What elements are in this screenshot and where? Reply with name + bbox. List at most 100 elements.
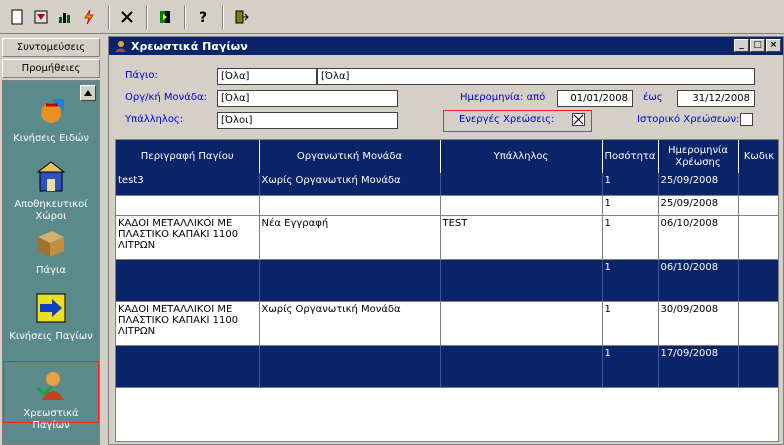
sidebar-panel: Κινήσεις Ειδών Αποθηκευτικοί Χώροι Πάγια… — [2, 80, 100, 445]
cell-charge-date: 06/10/2008 — [658, 215, 739, 260]
cell-charge-date: 25/09/2008 — [658, 173, 739, 196]
cell-quantity: 1 — [602, 259, 659, 302]
cell-quantity: 1 — [602, 195, 659, 216]
cell-code — [738, 215, 778, 260]
cell-asset-description: ΚΑΔΟΙ ΜΕΤΑΛΛΙΚΟΙ ΜΕ ΠΛΑΣΤΙΚΟ ΚΑΠΑΚΙ 1100… — [116, 301, 260, 346]
check-x-icon — [573, 114, 584, 125]
close-x-icon[interactable] — [116, 6, 138, 28]
charges-grid: Περιγραφή Παγίου Οργανωτική Μονάδα Υπάλλ… — [115, 139, 779, 442]
cell-org-unit: Χωρίς Οργανωτική Μονάδα — [259, 301, 441, 346]
cell-code — [738, 259, 778, 302]
sidebar-tab-procurement[interactable]: Προμήθειες — [2, 59, 100, 78]
column-header-charge-date[interactable]: Ημερομηνία Χρέωσης — [658, 140, 739, 173]
cell-org-unit — [259, 345, 441, 388]
cell-org-unit: Χωρίς Οργανωτική Μονάδα — [259, 173, 441, 196]
sidebar-item-label: Πάγια — [35, 265, 66, 276]
asset-charges-window: Χρεωστικά Παγίων _ □ × Πάγιο: [Όλα] [Όλα… — [108, 36, 784, 445]
svg-text:?: ? — [199, 10, 207, 25]
cell-asset-description — [116, 259, 260, 302]
new-doc-icon[interactable] — [6, 6, 28, 28]
date-to-label: έως — [643, 92, 663, 103]
cell-asset-description: ΚΑΔΟΙ ΜΕΤΑΛΛΙΚΟΙ ΜΕ ΠΛΑΣΤΙΚΟ ΚΑΠΑΚΙ 1100… — [116, 215, 260, 260]
person-icon — [36, 372, 64, 400]
sidebar-item-warehouses[interactable]: Αποθηκευτικοί Χώροι — [3, 159, 99, 223]
cell-employee — [440, 195, 603, 216]
table-row[interactable]: ΚΑΔΟΙ ΜΕΤΑΛΛΙΚΟΙ ΜΕ ΠΛΑΣΤΙΚΟ ΚΑΠΑΚΙ 1100… — [116, 215, 778, 260]
asset-movement-icon — [36, 293, 66, 323]
cell-quantity: 1 — [602, 301, 659, 346]
cell-quantity: 1 — [602, 345, 659, 388]
org-unit-label: Οργ/κή Μονάδα: — [125, 92, 207, 103]
cell-code — [738, 195, 778, 216]
asset-code-field[interactable]: [Όλα] — [217, 68, 317, 85]
table-row[interactable]: test3 Χωρίς Οργανωτική Μονάδα 1 25/09/20… — [116, 173, 778, 196]
table-row[interactable]: 1 06/10/2008 — [116, 259, 778, 302]
filter-icon[interactable] — [30, 6, 52, 28]
cell-charge-date: 25/09/2008 — [658, 195, 739, 216]
active-charges-label: Ενεργές Χρεώσεις: — [459, 114, 555, 125]
window-app-icon — [115, 41, 126, 52]
minimize-button[interactable]: _ — [734, 39, 749, 52]
column-header-asset-description[interactable]: Περιγραφή Παγίου — [116, 140, 260, 173]
cell-asset-description — [116, 195, 260, 216]
cell-org-unit — [259, 259, 441, 302]
column-header-org-unit[interactable]: Οργανωτική Μονάδα — [259, 140, 441, 173]
maximize-button[interactable]: □ — [750, 39, 765, 52]
toolbar-separator — [222, 4, 224, 29]
cell-quantity: 1 — [602, 173, 659, 196]
cell-code — [738, 301, 778, 346]
column-header-code[interactable]: Κωδικ — [738, 140, 778, 173]
chart-icon[interactable] — [54, 6, 76, 28]
cell-charge-date: 30/09/2008 — [658, 301, 739, 346]
column-header-quantity[interactable]: Ποσότητα — [602, 140, 659, 173]
asset-description-field[interactable]: [Όλα] — [317, 68, 755, 85]
toolbar: ? — [0, 0, 784, 34]
toolbar-separator — [146, 4, 148, 29]
table-row[interactable]: ΚΑΔΟΙ ΜΕΤΑΛΛΙΚΟΙ ΜΕ ΠΛΑΣΤΙΚΟ ΚΑΠΑΚΙ 1100… — [116, 301, 778, 346]
cell-org-unit — [259, 195, 441, 216]
sidebar-item-label: Κινήσεις Ειδών — [13, 133, 89, 144]
asset-label: Πάγιο: — [125, 70, 158, 81]
sidebar-item-label: Αποθηκευτικοί Χώροι — [14, 199, 88, 222]
assets-icon — [38, 231, 64, 257]
cell-employee — [440, 173, 603, 196]
org-unit-field[interactable]: [Όλα] — [217, 90, 398, 107]
sidebar-item-item-movements[interactable]: Κινήσεις Ειδών — [3, 93, 99, 145]
sidebar-item-asset-charges[interactable]: Χρεωστικά Παγίων — [3, 361, 99, 431]
sidebar-item-assets[interactable]: Πάγια — [3, 225, 99, 277]
toolbar-separator — [108, 4, 110, 29]
cell-charge-date: 17/09/2008 — [658, 345, 739, 388]
date-from-label: Ημερομηνία: από — [460, 92, 546, 103]
cell-org-unit: Νέα Εγγραφή — [259, 215, 441, 260]
cell-employee: TEST — [440, 215, 603, 260]
movement-icon — [41, 99, 64, 123]
cell-quantity: 1 — [602, 215, 659, 260]
cell-employee — [440, 301, 603, 346]
date-from-field[interactable]: 01/01/2008 — [557, 90, 633, 107]
table-row[interactable]: 1 17/09/2008 — [116, 345, 778, 388]
cell-code — [738, 173, 778, 196]
employee-field[interactable]: [Όλοι] — [217, 112, 398, 129]
filter-form: Πάγιο: [Όλα] [Όλα] Οργ/κή Μονάδα: [Όλα] … — [109, 56, 783, 138]
help-icon[interactable]: ? — [192, 6, 214, 28]
active-charges-checkbox[interactable] — [572, 113, 585, 126]
cell-code — [738, 345, 778, 388]
sidebar-item-label: Χρεωστικά Παγίων — [23, 408, 79, 431]
bookmark-icon[interactable] — [154, 6, 176, 28]
lightning-icon[interactable] — [78, 6, 100, 28]
sidebar-tab-shortcuts[interactable]: Συντομεύσεις — [2, 38, 100, 57]
cell-employee — [440, 259, 603, 302]
sidebar: Συντομεύσεις Προμήθειες Κινήσεις Ειδών Α… — [0, 36, 102, 445]
cell-employee — [440, 345, 603, 388]
table-row[interactable]: 1 25/09/2008 — [116, 195, 778, 216]
cell-asset-description — [116, 345, 260, 388]
close-button[interactable]: × — [766, 39, 781, 52]
toolbar-separator — [184, 4, 186, 29]
date-to-field[interactable]: 31/12/2008 — [677, 90, 755, 107]
warehouse-icon — [36, 161, 66, 192]
exit-icon[interactable] — [230, 6, 252, 28]
window-titlebar: Χρεωστικά Παγίων _ □ × — [109, 37, 783, 55]
column-header-employee[interactable]: Υπάλληλος — [440, 140, 603, 173]
sidebar-item-asset-movements[interactable]: Κινήσεις Παγίων — [3, 291, 99, 343]
history-checkbox[interactable] — [740, 113, 753, 126]
